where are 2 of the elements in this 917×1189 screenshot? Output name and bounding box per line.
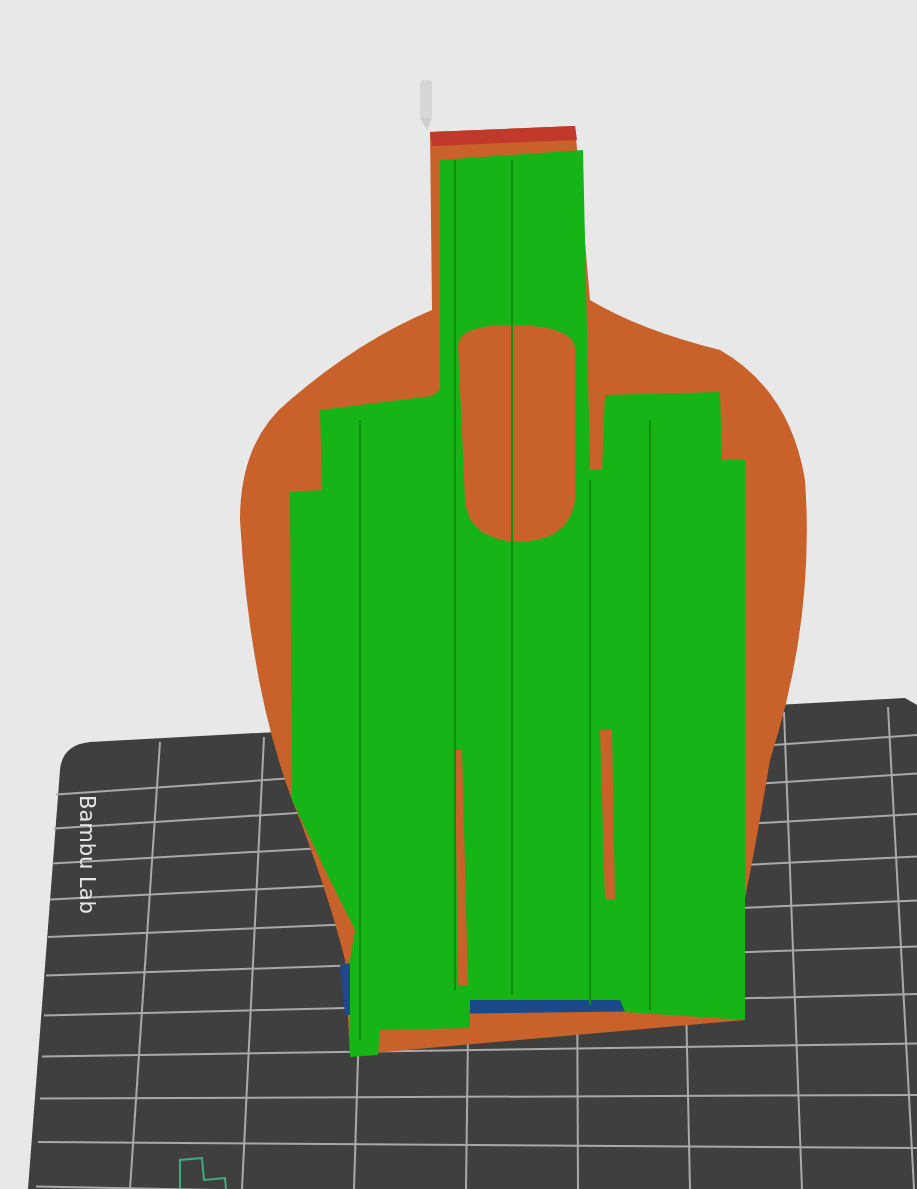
plate-label: Bambu Lab [75, 795, 99, 914]
nozzle-icon [420, 80, 432, 130]
